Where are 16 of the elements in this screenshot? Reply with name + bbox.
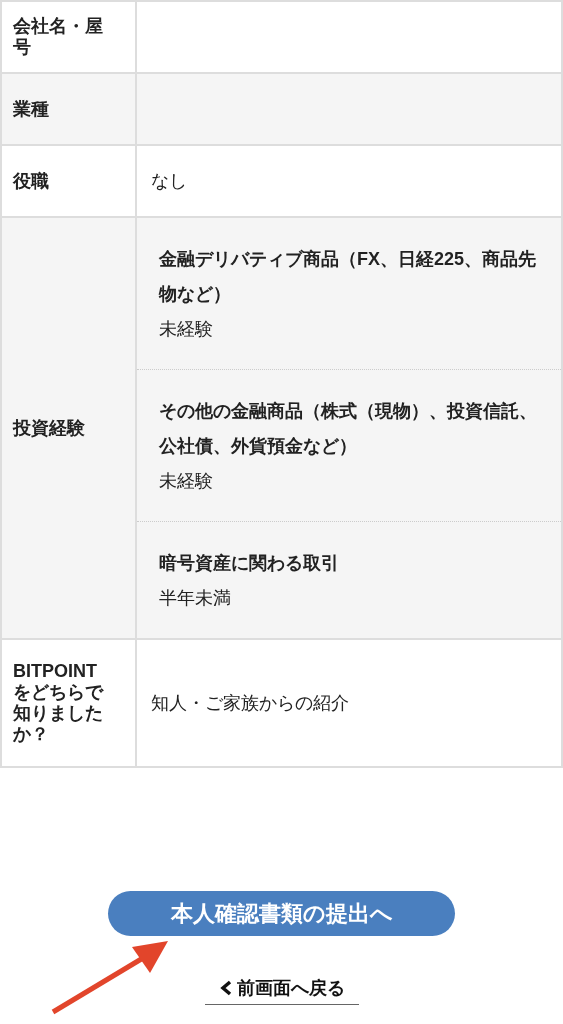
experience-title: 金融デリバティブ商品（FX、日経225、商品先物など） bbox=[159, 248, 538, 306]
row-value: 知人・ご家族からの紹介 bbox=[151, 692, 349, 715]
experience-value: 未経験 bbox=[159, 318, 214, 341]
experience-value: 半年未満 bbox=[159, 587, 232, 610]
row-label: 業種 bbox=[13, 98, 49, 120]
row-label: 役職 bbox=[13, 170, 49, 192]
back-link[interactable]: 前画面へ戻る bbox=[204, 976, 359, 1005]
submit-button[interactable]: 本人確認書類の提出へ bbox=[108, 891, 455, 936]
row-label: BITPOINTをどちらで知りましたか？ bbox=[13, 661, 105, 745]
experience-title: その他の金融商品（株式（現物）、投資信託、公社債、外貨預金など） bbox=[159, 400, 538, 458]
row-label: 会社名・屋号 bbox=[13, 16, 104, 58]
row-label: 投資経験 bbox=[13, 417, 85, 439]
chevron-left-icon bbox=[218, 980, 233, 996]
row-value: なし bbox=[151, 170, 187, 193]
experience-title: 暗号資産に関わる取引 bbox=[159, 552, 340, 575]
experience-value: 未経験 bbox=[159, 470, 214, 493]
